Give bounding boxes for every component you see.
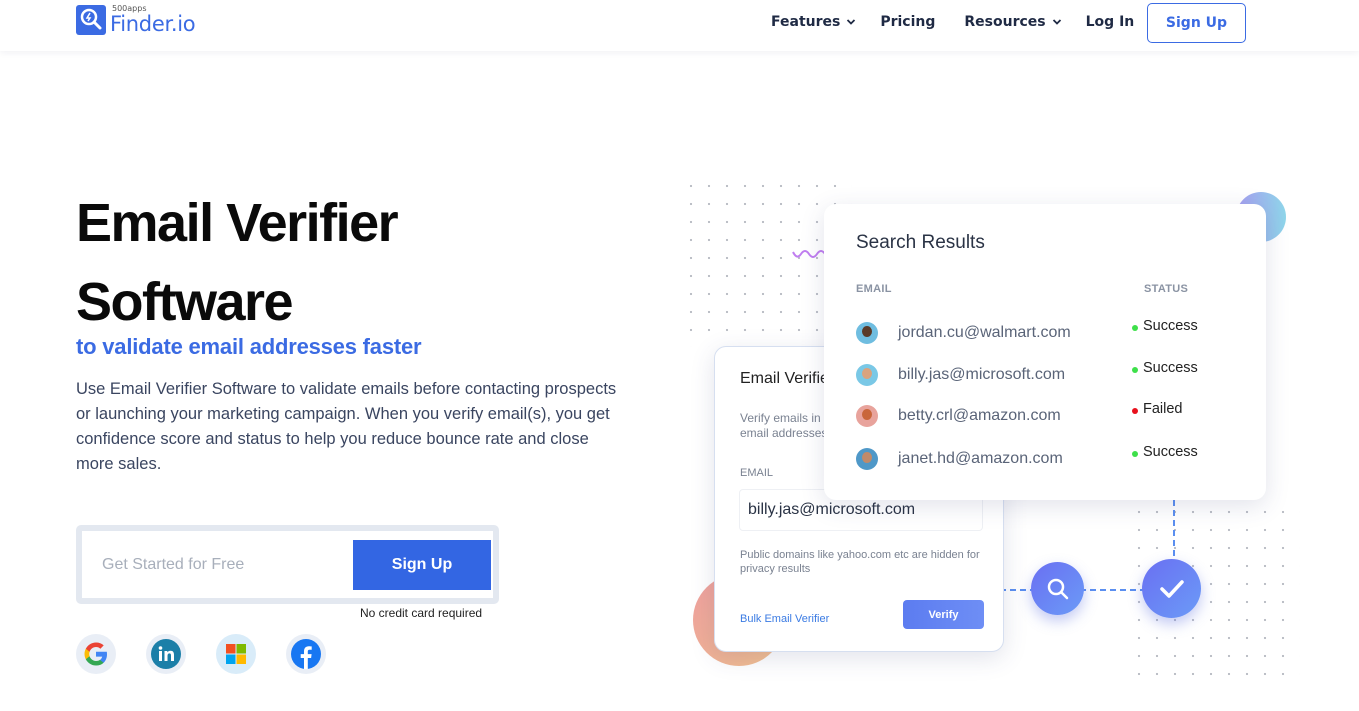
- hero-subtitle: to validate email addresses faster: [76, 334, 422, 359]
- checkmark-icon: [1159, 579, 1184, 598]
- verifier-description: Verify emails in email addresses: [740, 411, 830, 441]
- page-title: Email Verifier Software: [76, 184, 399, 342]
- nav-login-label: Log In: [1085, 14, 1135, 30]
- social-signup-list: [76, 634, 356, 674]
- result-email: jordan.cu@walmart.com: [898, 324, 1071, 341]
- verifier-email-label: EMAIL: [740, 467, 774, 479]
- result-row: janet.hd@amazon.com Success: [856, 444, 1226, 472]
- hero-description: Use Email Verifier Software to validate …: [76, 380, 617, 473]
- logo[interactable]: 500apps Finder.io: [76, 4, 196, 36]
- nav-pricing-label: Pricing: [880, 14, 936, 30]
- logo-search-icon: [76, 5, 106, 35]
- google-signup-button[interactable]: [76, 634, 116, 674]
- search-circle: [1031, 562, 1084, 615]
- status-badge: Success: [1132, 318, 1198, 334]
- email-input[interactable]: [102, 555, 342, 574]
- site-header: 500apps Finder.io Features Pricing Resou…: [0, 0, 1359, 51]
- nav-login[interactable]: Log In: [1086, 14, 1135, 30]
- verifier-desc-line1: Verify emails in: [740, 411, 821, 425]
- bulk-email-verifier-link[interactable]: Bulk Email Verifier: [740, 613, 829, 625]
- main-nav: Features Pricing Resources Log In: [771, 0, 1134, 44]
- status-badge: Failed: [1132, 401, 1183, 417]
- result-email: betty.crl@amazon.com: [898, 407, 1061, 424]
- avatar: [856, 405, 878, 427]
- search-results-title: Search Results: [856, 232, 985, 253]
- status-text: Failed: [1143, 401, 1183, 417]
- nav-resources[interactable]: Resources: [964, 14, 1061, 30]
- facebook-icon: [291, 639, 321, 669]
- product-illustration: Email Verifier Verify emails in email ad…: [680, 170, 1310, 690]
- no-credit-card-note: No credit card required: [360, 606, 483, 620]
- status-dot: [1132, 366, 1138, 373]
- linkedin-signup-button[interactable]: [146, 634, 186, 674]
- check-circle: [1142, 559, 1201, 618]
- nav-features-label: Features: [771, 14, 841, 30]
- verify-button[interactable]: Verify: [903, 600, 984, 629]
- signup-form: Sign Up: [76, 525, 499, 604]
- status-badge: Success: [1132, 360, 1198, 376]
- title-line-2: Software: [76, 272, 294, 332]
- verifier-desc-line2: email addresses: [740, 426, 828, 440]
- verifier-note: Public domains like yahoo.com etc are hi…: [740, 549, 980, 575]
- result-email: billy.jas@microsoft.com: [898, 366, 1066, 383]
- status-dot: [1132, 407, 1138, 414]
- signup-button[interactable]: Sign Up: [353, 540, 491, 590]
- chevron-down-icon: [1052, 19, 1061, 25]
- result-row: jordan.cu@walmart.com Success: [856, 318, 1226, 346]
- chevron-down-icon: [847, 19, 856, 25]
- avatar: [856, 448, 878, 470]
- result-row: betty.crl@amazon.com Failed: [856, 401, 1226, 429]
- search-icon: [1047, 578, 1068, 599]
- verifier-title: Email Verifier: [740, 370, 835, 387]
- nav-resources-label: Resources: [964, 14, 1046, 30]
- status-text: Success: [1143, 444, 1198, 460]
- header-signup-button[interactable]: Sign Up: [1147, 3, 1246, 43]
- status-column-header: STATUS: [1144, 283, 1189, 295]
- microsoft-signup-button[interactable]: [216, 634, 256, 674]
- status-badge: Success: [1132, 444, 1198, 460]
- google-icon: [84, 642, 107, 666]
- avatar: [856, 364, 878, 386]
- nav-features[interactable]: Features: [771, 14, 856, 30]
- status-text: Success: [1143, 360, 1198, 376]
- title-line-1: Email Verifier: [76, 193, 399, 253]
- status-dot: [1132, 450, 1138, 457]
- linkedin-icon: [151, 639, 181, 669]
- nav-pricing[interactable]: Pricing: [880, 14, 935, 30]
- search-results-card: Search Results EMAIL STATUS jordan.cu@wa…: [824, 204, 1266, 500]
- result-email: janet.hd@amazon.com: [898, 450, 1063, 467]
- status-text: Success: [1143, 318, 1198, 334]
- result-row: billy.jas@microsoft.com Success: [856, 360, 1226, 388]
- avatar: [856, 322, 878, 344]
- email-column-header: EMAIL: [856, 283, 892, 295]
- logo-title: Finder.io: [110, 12, 196, 36]
- microsoft-icon: [226, 644, 246, 664]
- status-dot: [1132, 324, 1138, 331]
- facebook-signup-button[interactable]: [286, 634, 326, 674]
